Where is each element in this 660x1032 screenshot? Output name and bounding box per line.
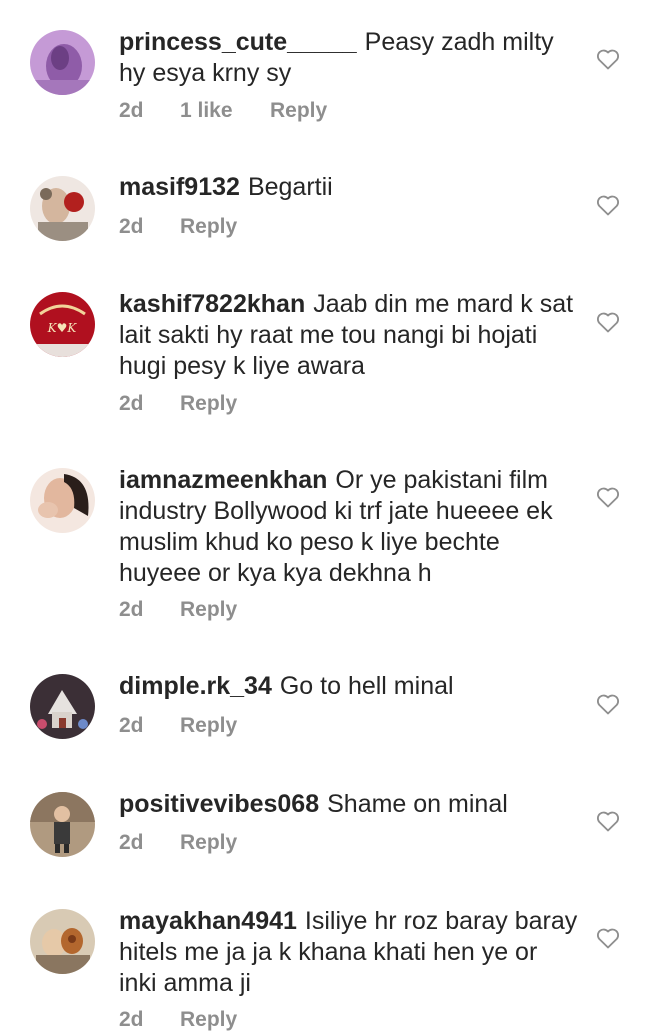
reply-button[interactable]: Reply: [180, 392, 237, 416]
comment-meta: 2d Reply: [119, 714, 237, 738]
comment-username[interactable]: positivevibes068: [119, 790, 319, 818]
avatar[interactable]: [30, 792, 95, 857]
comment-age: 2d: [119, 831, 144, 854]
comment-likes[interactable]: 1 like: [180, 99, 270, 123]
heart-outline-icon[interactable]: [596, 48, 620, 70]
reply-button[interactable]: Reply: [180, 1008, 237, 1032]
heart-outline-icon[interactable]: [596, 693, 620, 715]
comment-age: 2d: [119, 392, 144, 415]
comment-text-block: dimple.rk_34 Go to hell minal: [119, 671, 579, 702]
avatar[interactable]: [30, 176, 95, 241]
avatar[interactable]: [30, 674, 95, 739]
comment-username[interactable]: masif9132: [119, 173, 240, 201]
comment-meta: 2d Reply: [119, 392, 237, 416]
reply-button[interactable]: Reply: [270, 99, 327, 123]
comment-body: Go to hell minal: [279, 672, 454, 700]
reply-button[interactable]: Reply: [180, 714, 237, 738]
comment-text-block: mayakhan4941 Isiliye hr roz baray baray h…: [119, 906, 579, 999]
comment-username[interactable]: kashif7822khan: [119, 290, 305, 318]
avatar[interactable]: [30, 909, 95, 974]
reply-button[interactable]: Reply: [180, 831, 237, 855]
heart-outline-icon[interactable]: [596, 194, 620, 216]
comment-age: 2d: [119, 714, 144, 737]
comment-text-block: masif9132 Begartii: [119, 172, 579, 203]
comment-body: Shame on minal: [327, 790, 508, 818]
heart-outline-icon[interactable]: [596, 810, 620, 832]
comment-body: Begartii: [247, 173, 333, 201]
comment-text-block: princess_cute_____ Peasy zadh milty hy es…: [119, 27, 579, 89]
comment-meta: 2d 1 like Reply: [119, 99, 327, 123]
comment-meta: 2d Reply: [119, 215, 237, 239]
reply-button[interactable]: Reply: [180, 598, 237, 622]
comment-username[interactable]: mayakhan4941: [119, 907, 297, 935]
comment-meta: 2d Reply: [119, 598, 237, 622]
comment-username[interactable]: dimple.rk_34: [119, 672, 272, 700]
comment-age: 2d: [119, 1008, 144, 1031]
heart-outline-icon[interactable]: [596, 311, 620, 333]
comment-username[interactable]: princess_cute_____: [119, 28, 357, 56]
comment-meta: 2d Reply: [119, 1008, 237, 1032]
reply-button[interactable]: Reply: [180, 215, 237, 239]
comment-age: 2d: [119, 215, 144, 238]
comment-username[interactable]: iamnazmeenkhan: [119, 466, 327, 494]
avatar[interactable]: [30, 30, 95, 95]
avatar[interactable]: [30, 468, 95, 533]
svg-text:K♥K: K♥K: [47, 321, 78, 335]
avatar[interactable]: K♥K: [30, 292, 95, 357]
comment-age: 2d: [119, 99, 144, 122]
comment-text-block: iamnazmeenkhan Or ye pakistani film indus…: [119, 465, 579, 589]
comment-age: 2d: [119, 598, 144, 621]
comment-text-block: positivevibes068 Shame on minal: [119, 789, 579, 820]
heart-outline-icon[interactable]: [596, 486, 620, 508]
comment-text-block: kashif7822khan Jaab din me mard k sat lai…: [119, 289, 579, 382]
comment-meta: 2d Reply: [119, 831, 237, 855]
heart-outline-icon[interactable]: [596, 927, 620, 949]
